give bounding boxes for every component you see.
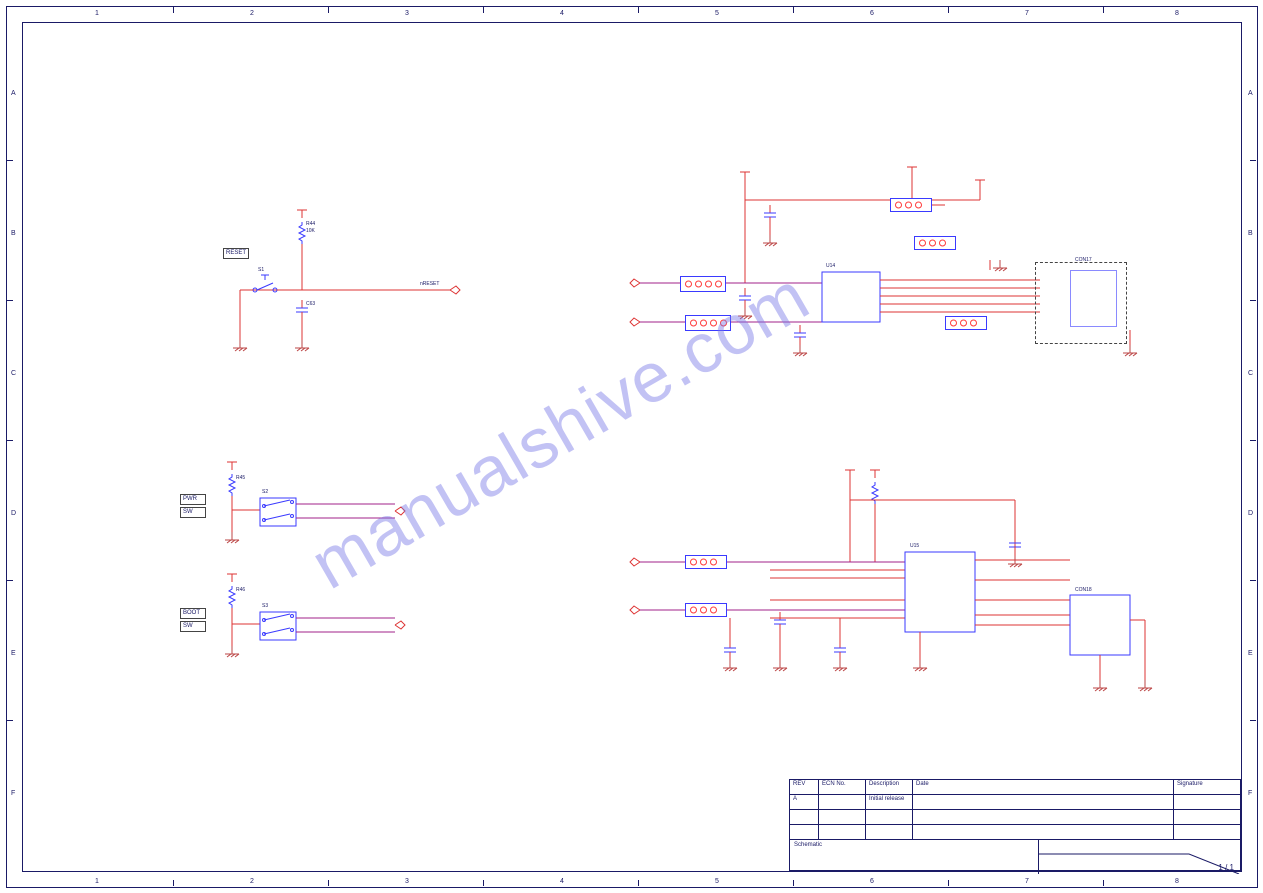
label-r46: R46 <box>236 588 245 593</box>
pwr-title-box-1: PWR <box>180 494 206 505</box>
jumper-j2 <box>685 315 731 331</box>
label-r45: R45 <box>236 476 245 481</box>
rgb-circuit <box>630 470 1152 691</box>
jumper-j1 <box>680 276 726 292</box>
label-u15: U15 <box>910 544 919 549</box>
label-u14: U14 <box>826 264 835 269</box>
schematic-canvas <box>0 0 1263 893</box>
title-block: REV ECN No. Description Date Signature A… <box>789 779 1241 871</box>
boot-switch-circuit <box>225 574 405 657</box>
pwr-title-box-2: SW <box>180 507 206 518</box>
boot-title-box-1: BOOT <box>180 608 206 619</box>
label-c63: C63 <box>306 302 315 307</box>
reset-title-box: RESET <box>223 248 249 259</box>
label-con17: CON17 <box>1075 258 1092 263</box>
label-nreset: nRESET <box>420 282 439 287</box>
jumper-j5 <box>945 316 987 330</box>
jumper-j7 <box>685 603 727 617</box>
label-s1: S1 <box>258 268 264 273</box>
jumper-j4 <box>914 236 956 250</box>
label-r44: R44 <box>306 222 315 227</box>
jumper-j3 <box>890 198 932 212</box>
label-s3: S3 <box>262 604 268 609</box>
pwr-switch-circuit <box>225 462 405 543</box>
boot-title-box-2: SW <box>180 621 206 632</box>
label-s2: S2 <box>262 490 268 495</box>
ypbpr-connector <box>1070 270 1117 327</box>
label-con18: CON18 <box>1075 588 1092 593</box>
label-r44-val: 10K <box>306 229 315 234</box>
jumper-j6 <box>685 555 727 569</box>
